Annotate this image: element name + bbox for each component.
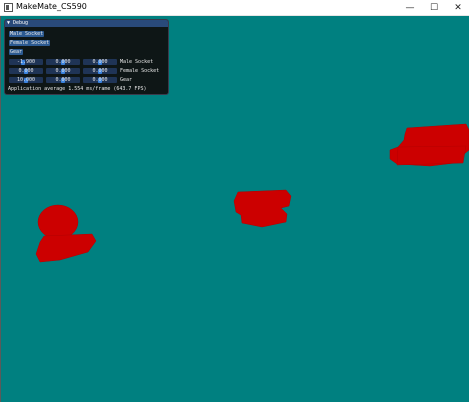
maximize-icon: ☐ [429, 2, 439, 13]
gear-label: Gear [120, 77, 133, 83]
female-socket-y-slider[interactable]: 0.000 [46, 68, 80, 74]
male-socket-z-slider[interactable]: 0.000 [83, 59, 117, 65]
female-socket-z-slider[interactable]: 0.000 [83, 68, 117, 74]
male-socket[interactable] [35, 204, 97, 263]
gear[interactable] [389, 123, 469, 167]
gear-y-slider[interactable]: 0.000 [46, 77, 80, 83]
window-title: MakeMate_CS590 [16, 2, 87, 11]
male-socket-button[interactable]: Male Socket [9, 31, 45, 37]
female-socket[interactable] [233, 189, 292, 228]
triangle-down-icon[interactable]: ▼ [7, 20, 10, 27]
female-socket-x-slider[interactable]: 0.000 [9, 68, 43, 74]
gear-button[interactable]: Gear [9, 49, 24, 55]
close-button[interactable]: ✕ [447, 0, 469, 15]
app-icon [4, 3, 13, 12]
close-icon: ✕ [454, 2, 462, 13]
female-socket-button[interactable]: Female Socket [9, 40, 51, 46]
maximize-button[interactable]: ☐ [423, 0, 445, 15]
fps-readout: Application average 1.554 ms/frame (643.… [8, 86, 147, 92]
minimize-icon: — [405, 2, 415, 13]
male-socket-label: Male Socket [120, 59, 154, 65]
window-titlebar: MakeMate_CS590 — ☐ ✕ [0, 0, 469, 16]
minimize-button[interactable]: — [399, 0, 421, 15]
male-socket-x-slider[interactable]: -1.900 [9, 59, 43, 65]
male-socket-y-slider[interactable]: 0.000 [46, 59, 80, 65]
debug-panel-title: Debug [13, 20, 29, 26]
female-socket-label: Female Socket [120, 68, 160, 74]
gear-x-slider[interactable]: 10.000 [9, 77, 43, 83]
debug-panel-titlebar[interactable]: ▼ Debug [5, 20, 168, 27]
gear-z-slider[interactable]: 0.000 [83, 77, 117, 83]
debug-panel[interactable]: ▼ Debug Male Socket Female Socket Gear -… [4, 19, 169, 95]
